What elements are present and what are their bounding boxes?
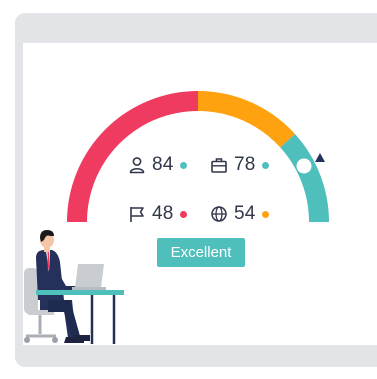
person-head: [40, 230, 54, 252]
laptop-icon: [72, 264, 106, 290]
person-at-desk-illustration: [24, 230, 124, 344]
score-illustration: 84 78 48 54 Excellent: [0, 0, 377, 379]
